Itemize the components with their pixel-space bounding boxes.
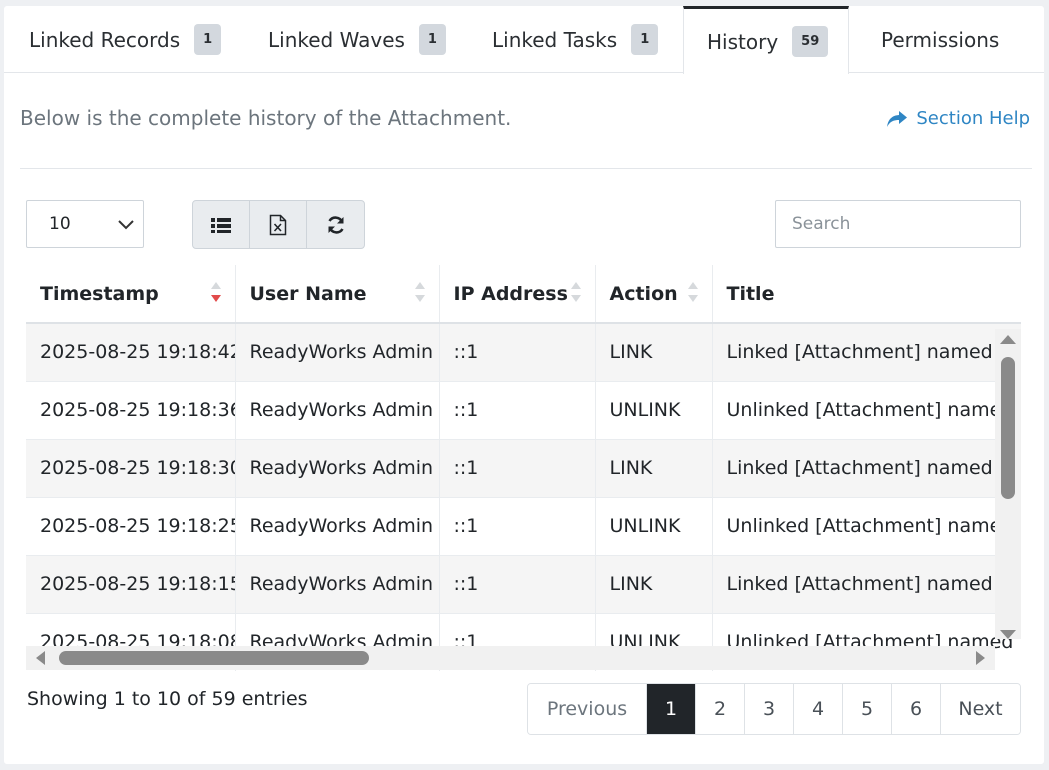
count-badge: 1 (418, 24, 446, 55)
page-button-6[interactable]: 6 (892, 684, 941, 734)
column-header-label: Action (609, 282, 678, 305)
divider (20, 168, 1032, 169)
page-size-select[interactable]: 10 (26, 200, 144, 248)
tab-label: Linked Records (29, 27, 181, 52)
horizontal-scrollbar[interactable] (26, 646, 995, 670)
cell-ip: ::1 (439, 438, 596, 497)
cell-timestamp: 2025-08-25 19:18:25 (26, 496, 236, 555)
table-row[interactable]: 2025-08-25 19:18:36 ReadyWorks Admin ::1… (26, 380, 1021, 439)
cell-timestamp: 2025-08-25 19:18:36 (26, 380, 236, 439)
cell-action: LINK (595, 322, 713, 381)
cell-timestamp: 2025-08-25 19:18:42 (26, 322, 236, 381)
history-table: Timestamp User Name IP Address Action Ti… (26, 265, 1021, 671)
scroll-right-arrow-icon[interactable] (976, 651, 985, 665)
history-table-container: Timestamp User Name IP Address Action Ti… (26, 265, 1021, 671)
table-info: Showing 1 to 10 of 59 entries (27, 688, 308, 710)
column-header-label: Timestamp (40, 282, 159, 305)
cell-ip: ::1 (439, 496, 596, 555)
cell-timestamp: 2025-08-25 19:18:15 (26, 554, 236, 613)
scroll-left-arrow-icon[interactable] (36, 651, 45, 665)
pagination: Previous 1 2 3 4 5 6 Next (527, 683, 1021, 735)
column-header-user-name[interactable]: User Name (235, 265, 440, 324)
cell-user: ReadyWorks Admin (235, 496, 440, 555)
tab-label: Permissions (881, 27, 1000, 52)
sort-icon (414, 282, 425, 306)
column-header-title[interactable]: Title (712, 265, 1021, 324)
tab-linked-tasks[interactable]: Linked Tasks 1 (492, 6, 659, 73)
page-size-value: 10 (49, 214, 71, 234)
list-icon (211, 217, 231, 233)
page-button-1[interactable]: 1 (647, 684, 696, 734)
section-help-link[interactable]: Section Help (886, 108, 1030, 129)
search-input[interactable] (775, 200, 1021, 248)
count-badge: 1 (631, 24, 659, 55)
cell-action: LINK (595, 554, 713, 613)
section-description: Below is the complete history of the Att… (20, 106, 512, 130)
tab-linked-records[interactable]: Linked Records 1 (29, 6, 222, 73)
cell-title: Unlinked [Attachment] named (712, 496, 1021, 555)
horizontal-scroll-thumb[interactable] (59, 651, 369, 665)
sort-icon (570, 282, 581, 306)
table-toolbar (192, 200, 365, 249)
column-header-ip-address[interactable]: IP Address (439, 265, 596, 324)
cell-ip: ::1 (439, 380, 596, 439)
history-panel: Linked Records 1 Linked Waves 1 Linked T… (4, 6, 1044, 764)
scroll-up-arrow-icon[interactable] (1000, 335, 1016, 344)
column-header-action[interactable]: Action (595, 265, 713, 324)
column-header-label: IP Address (453, 282, 568, 305)
tab-bar: Linked Records 1 Linked Waves 1 Linked T… (4, 6, 1044, 74)
tab-linked-waves[interactable]: Linked Waves 1 (268, 6, 446, 73)
cell-action: UNLINK (595, 380, 713, 439)
cell-timestamp: 2025-08-25 19:18:30 (26, 438, 236, 497)
cell-user: ReadyWorks Admin (235, 438, 440, 497)
page-button-4[interactable]: 4 (794, 684, 843, 734)
cell-user: ReadyWorks Admin (235, 380, 440, 439)
table-row[interactable]: 2025-08-25 19:18:30 ReadyWorks Admin ::1… (26, 438, 1021, 497)
tab-label: Linked Tasks (492, 27, 618, 52)
cell-action: LINK (595, 438, 713, 497)
page-button-5[interactable]: 5 (843, 684, 892, 734)
column-header-label: Title (726, 282, 775, 305)
cell-user: ReadyWorks Admin (235, 554, 440, 613)
count-badge: 59 (792, 26, 829, 57)
cell-title: Linked [Attachment] named [ (712, 438, 1021, 497)
vertical-scroll-thumb[interactable] (1001, 357, 1015, 499)
cell-ip: ::1 (439, 554, 596, 613)
vertical-scrollbar[interactable] (995, 329, 1021, 639)
tab-history[interactable]: History 59 (683, 6, 849, 74)
cell-title: Linked [Attachment] named [ (712, 554, 1021, 613)
page-button-2[interactable]: 2 (696, 684, 745, 734)
cell-title: Unlinked [Attachment] named (712, 380, 1021, 439)
section-help-label: Section Help (916, 108, 1030, 129)
page-button-3[interactable]: 3 (745, 684, 794, 734)
tab-label: History (707, 29, 779, 54)
previous-page-button[interactable]: Previous (528, 684, 647, 734)
cell-action: UNLINK (595, 496, 713, 555)
table-row[interactable]: 2025-08-25 19:18:42 ReadyWorks Admin ::1… (26, 322, 1021, 381)
cell-ip: ::1 (439, 322, 596, 381)
refresh-icon (327, 215, 344, 234)
excel-export-button[interactable] (250, 201, 307, 248)
sort-icon (687, 282, 698, 306)
chevron-down-icon (118, 220, 134, 230)
tab-permissions[interactable]: Permissions (881, 6, 999, 73)
column-header-label: User Name (249, 282, 367, 305)
next-page-button[interactable]: Next (941, 684, 1020, 734)
tab-label: Linked Waves (268, 27, 405, 52)
share-arrow-icon (887, 110, 908, 127)
sort-desc-icon (210, 282, 221, 306)
refresh-button[interactable] (307, 201, 364, 248)
column-list-button[interactable] (193, 201, 250, 248)
cell-user: ReadyWorks Admin (235, 322, 440, 381)
cell-title: Linked [Attachment] named [ (712, 322, 1021, 381)
excel-export-icon (269, 214, 287, 235)
table-header-row: Timestamp User Name IP Address Action Ti… (26, 265, 1021, 324)
column-header-timestamp[interactable]: Timestamp (26, 265, 236, 324)
table-row[interactable]: 2025-08-25 19:18:25 ReadyWorks Admin ::1… (26, 496, 1021, 555)
table-row[interactable]: 2025-08-25 19:18:15 ReadyWorks Admin ::1… (26, 554, 1021, 613)
scroll-down-arrow-icon[interactable] (1000, 630, 1016, 639)
count-badge: 1 (194, 24, 222, 55)
